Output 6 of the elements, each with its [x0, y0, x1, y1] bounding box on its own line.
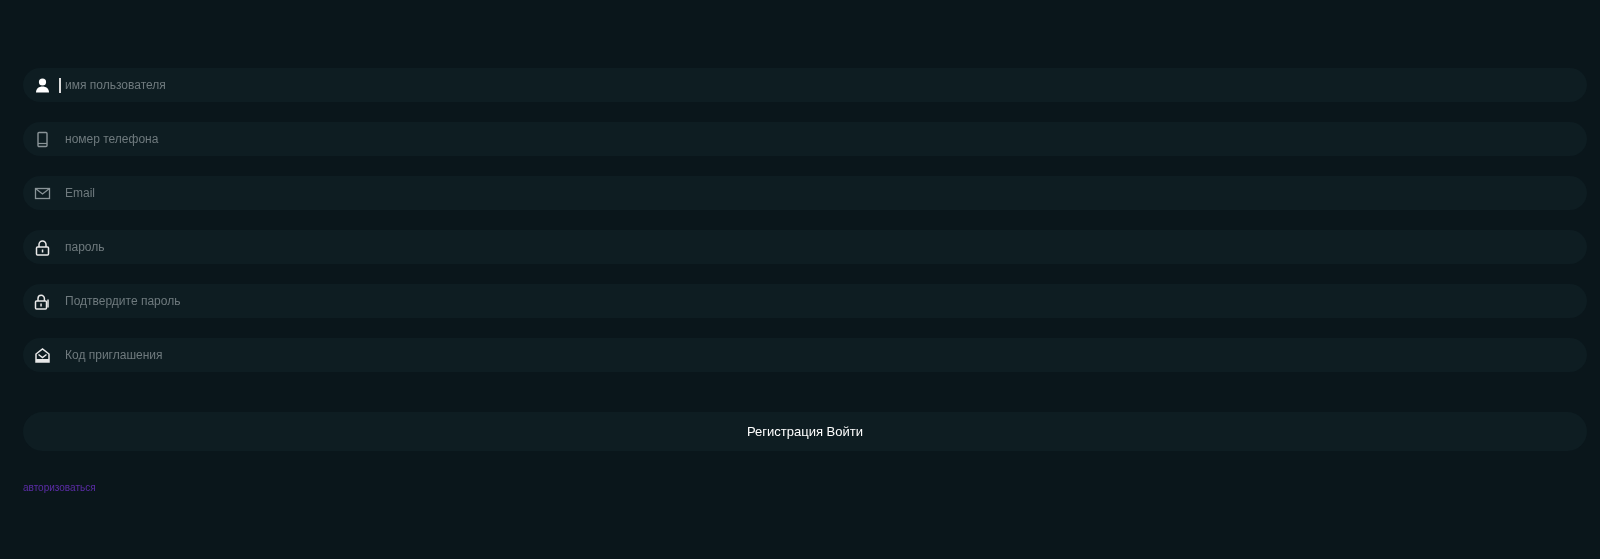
lock-icon: [34, 292, 51, 310]
envelope-icon: [34, 346, 51, 364]
user-icon: [34, 76, 51, 94]
phone-icon: [34, 130, 51, 148]
lock-icon: [34, 238, 51, 256]
register-button[interactable]: Регистрация Войти: [23, 412, 1587, 451]
